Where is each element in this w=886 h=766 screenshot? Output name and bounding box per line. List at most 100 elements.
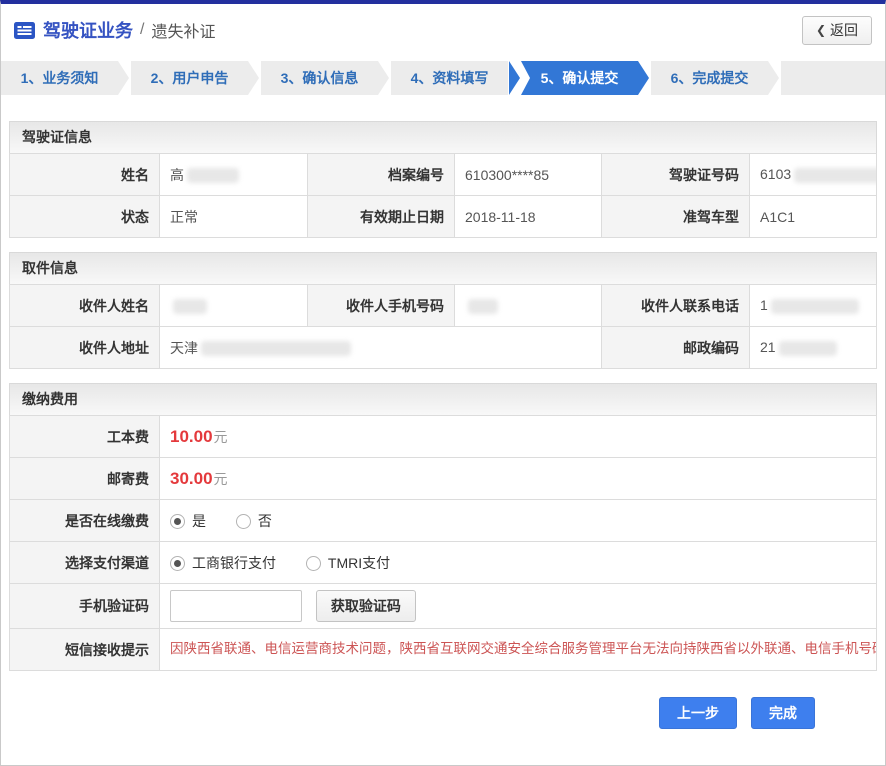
radio-icbc-selected[interactable]	[170, 556, 185, 571]
radio-tmri-label[interactable]: TMRI支付	[328, 555, 390, 571]
expiry-label: 有效期止日期	[308, 196, 455, 238]
chevron-left-icon: ❮	[816, 23, 826, 37]
step-label: 2、用户申告	[151, 68, 229, 88]
step-separator	[378, 61, 391, 95]
radio-icbc-label[interactable]: 工商银行支付	[192, 555, 276, 571]
sms-notice-cell: 因陕西省联通、电信运营商技术问题，陕西省互联网交通安全综合服务管理平台无法向持陕…	[160, 629, 877, 671]
section-license-info: 驾驶证信息 姓名 高 档案编号 610300****85 驾驶证号码 6103 …	[9, 121, 877, 238]
section-pickup-info: 取件信息 收件人姓名 收件人手机号码 收件人联系电话 1 收件人地址 天津	[9, 252, 877, 369]
license-number-label: 驾驶证号码	[602, 154, 750, 196]
step-3-confirm-info[interactable]: 3、确认信息	[261, 61, 378, 95]
redacted-blur	[187, 168, 239, 183]
recipient-name-label: 收件人姓名	[10, 285, 160, 327]
content: 驾驶证信息 姓名 高 档案编号 610300****85 驾驶证号码 6103 …	[1, 121, 885, 729]
section-title: 取件信息	[9, 252, 877, 284]
fee-unit: 元	[214, 429, 228, 445]
status-value: 正常	[160, 196, 308, 238]
step-2-user-declaration[interactable]: 2、用户申告	[131, 61, 248, 95]
breadcrumb-current: 遗失补证	[151, 18, 215, 42]
file-number-label: 档案编号	[308, 154, 455, 196]
postage-fee-value: 30.00元	[160, 458, 877, 500]
table-row: 收件人姓名 收件人手机号码 收件人联系电话 1	[10, 285, 877, 327]
table-row: 状态 正常 有效期止日期 2018-11-18 准驾车型 A1C1	[10, 196, 877, 238]
sms-code-input[interactable]	[170, 590, 302, 622]
previous-step-button[interactable]: 上一步	[659, 697, 737, 729]
step-4-fill-data[interactable]: 4、资料填写	[391, 61, 508, 95]
redacted-blur	[173, 299, 207, 314]
page-header: 驾驶证业务 / 遗失补证 ❮ 返回	[1, 4, 885, 56]
step-separator	[248, 61, 261, 95]
radio-no[interactable]	[236, 514, 251, 529]
recipient-address-label: 收件人地址	[10, 327, 160, 369]
sms-notice-label: 短信接收提示	[10, 629, 160, 671]
step-bar: 1、业务须知 2、用户申告 3、确认信息 4、资料填写 5、确认提交 6、完成提…	[1, 61, 885, 95]
recipient-phone-label: 收件人联系电话	[602, 285, 750, 327]
name-value: 高	[160, 154, 308, 196]
redacted-blur	[779, 341, 837, 356]
redacted-blur	[468, 299, 498, 314]
step-bar-filler	[781, 61, 885, 95]
radio-tmri[interactable]	[306, 556, 321, 571]
footer-actions: 上一步 完成	[9, 697, 877, 729]
step-separator	[508, 61, 521, 95]
postcode-label: 邮政编码	[602, 327, 750, 369]
production-fee-label: 工本费	[10, 416, 160, 458]
redacted-blur	[794, 168, 876, 183]
breadcrumb-separator: /	[140, 21, 144, 39]
step-separator	[638, 61, 651, 95]
redacted-blur	[771, 299, 859, 314]
postcode-value: 21	[750, 327, 877, 369]
expiry-value: 2018-11-18	[455, 196, 602, 238]
step-label: 4、资料填写	[411, 68, 489, 88]
vehicle-class-value: A1C1	[750, 196, 877, 238]
license-number-value: 6103	[750, 154, 877, 196]
license-info-table: 姓名 高 档案编号 610300****85 驾驶证号码 6103 状态 正常 …	[9, 153, 877, 238]
step-5-confirm-submit-active[interactable]: 5、确认提交	[521, 61, 638, 95]
step-separator	[768, 61, 781, 95]
postage-fee-label: 邮寄费	[10, 458, 160, 500]
sms-notice-text: 因陕西省联通、电信运营商技术问题，陕西省互联网交通安全综合服务管理平台无法向持陕…	[170, 636, 866, 662]
page-title: 驾驶证业务	[43, 17, 133, 43]
recipient-phone-value: 1	[750, 285, 877, 327]
online-pay-options: 是 否	[160, 500, 877, 542]
sms-code-label: 手机验证码	[10, 584, 160, 629]
pay-channel-options: 工商银行支付 TMRI支付	[160, 542, 877, 584]
radio-yes-label[interactable]: 是	[192, 513, 206, 529]
back-button[interactable]: ❮ 返回	[802, 16, 872, 45]
redacted-blur	[201, 341, 351, 356]
step-separator	[118, 61, 131, 95]
table-row: 姓名 高 档案编号 610300****85 驾驶证号码 6103	[10, 154, 877, 196]
table-row: 工本费 10.00元	[10, 416, 877, 458]
payment-table: 工本费 10.00元 邮寄费 30.00元 是否在线缴费 是 否	[9, 415, 877, 671]
step-label: 1、业务须知	[21, 68, 99, 88]
recipient-name-value	[160, 285, 308, 327]
finish-button[interactable]: 完成	[751, 697, 815, 729]
fee-amount: 30.00	[170, 469, 213, 488]
radio-yes-selected[interactable]	[170, 514, 185, 529]
radio-no-label[interactable]: 否	[258, 513, 272, 529]
recipient-mobile-value	[455, 285, 602, 327]
file-number-value: 610300****85	[455, 154, 602, 196]
step-label: 5、确认提交	[541, 68, 619, 88]
fee-unit: 元	[214, 471, 228, 487]
table-row: 手机验证码 获取验证码	[10, 584, 877, 629]
table-row: 收件人地址 天津 邮政编码 21	[10, 327, 877, 369]
back-button-label: 返回	[830, 20, 858, 40]
get-code-button[interactable]: 获取验证码	[316, 590, 416, 622]
section-payment: 缴纳费用 工本费 10.00元 邮寄费 30.00元 是否在线缴费	[9, 383, 877, 671]
active-step-notch	[521, 61, 530, 95]
production-fee-value: 10.00元	[160, 416, 877, 458]
step-1-business-notice[interactable]: 1、业务须知	[1, 61, 118, 95]
name-label: 姓名	[10, 154, 160, 196]
section-title: 驾驶证信息	[9, 121, 877, 153]
table-row: 短信接收提示 因陕西省联通、电信运营商技术问题，陕西省互联网交通安全综合服务管理…	[10, 629, 877, 671]
form-list-icon	[14, 22, 35, 39]
pay-channel-label: 选择支付渠道	[10, 542, 160, 584]
vehicle-class-label: 准驾车型	[602, 196, 750, 238]
recipient-address-value: 天津	[160, 327, 602, 369]
step-label: 6、完成提交	[671, 68, 749, 88]
fee-amount: 10.00	[170, 427, 213, 446]
step-6-finish-submit[interactable]: 6、完成提交	[651, 61, 768, 95]
step-label: 3、确认信息	[281, 68, 359, 88]
page: 驾驶证业务 / 遗失补证 ❮ 返回 1、业务须知 2、用户申告 3、确认信息 4…	[0, 0, 886, 766]
